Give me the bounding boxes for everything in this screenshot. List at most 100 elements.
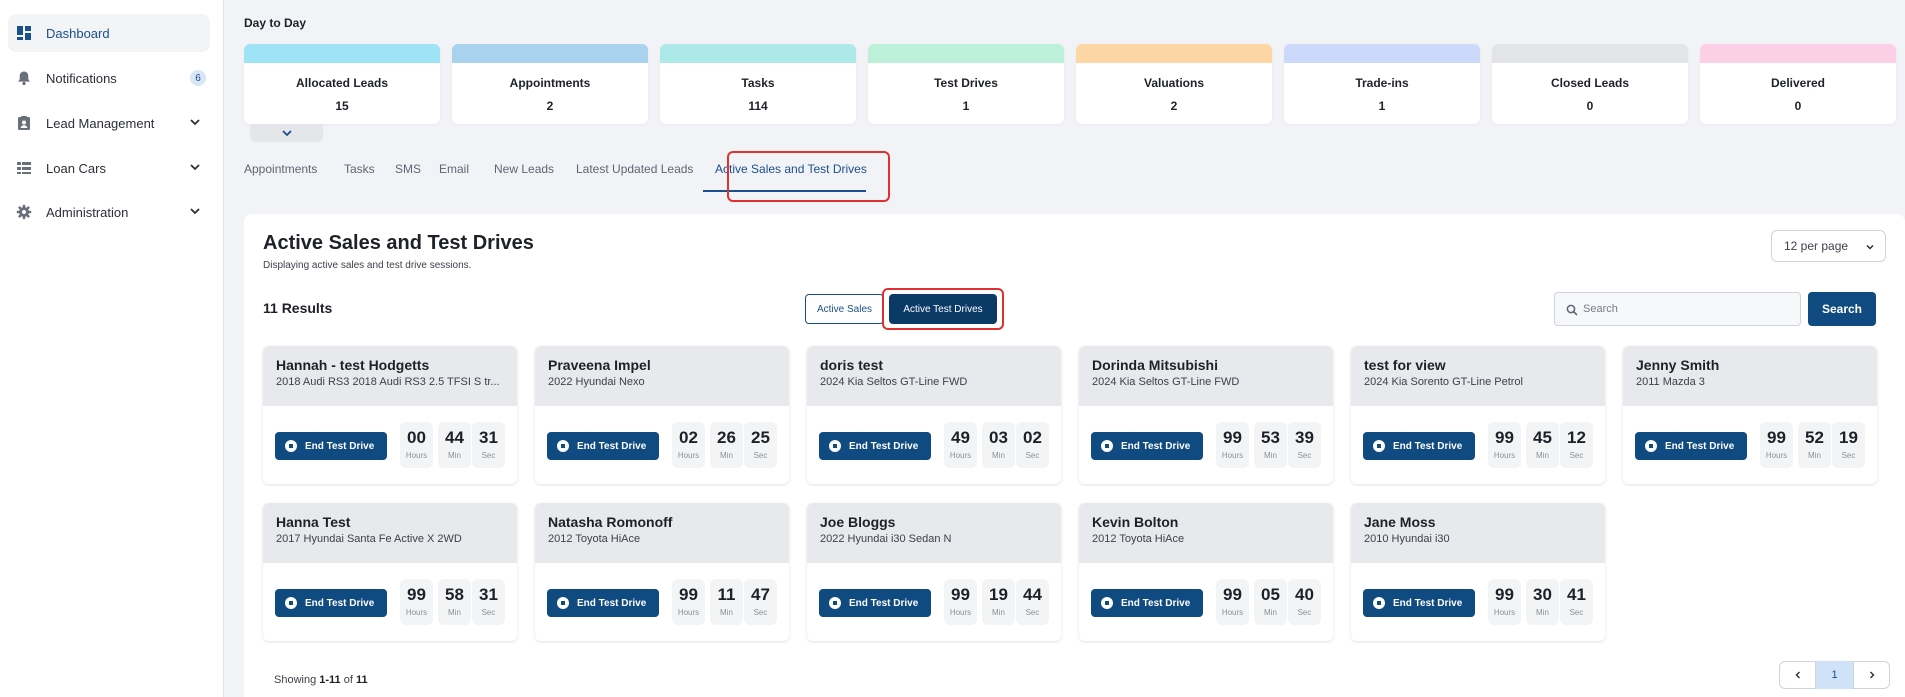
tab-active-sales-and-test-drives[interactable]: Active Sales and Test Drives — [715, 152, 867, 192]
customer-name: Praveena Impel — [548, 357, 651, 373]
tab-new-leads[interactable]: New Leads — [494, 152, 554, 192]
stat-value: 0 — [1586, 99, 1594, 113]
chevron-down-icon[interactable] — [188, 115, 202, 129]
end-test-drive-button[interactable]: End Test Drive — [1363, 589, 1475, 617]
sidebar-item-label: Administration — [46, 204, 129, 220]
timer-value: 41 — [1567, 585, 1586, 604]
timer-value: 99 — [1495, 428, 1514, 447]
stat-value: 0 — [1794, 99, 1802, 113]
active-sales-toggle[interactable]: Active Sales — [805, 294, 884, 324]
end-test-drive-label: End Test Drive — [1121, 597, 1191, 609]
end-test-drive-button[interactable]: End Test Drive — [819, 432, 931, 460]
test-drive-card: Jenny Smith 2011 Mazda 3 End Test Drive 99 H… — [1623, 346, 1877, 484]
stat-label: Trade-ins — [1355, 76, 1409, 90]
timer-hours: 02 Hours — [672, 422, 705, 468]
active-tab-indicator — [703, 190, 866, 192]
timer-seconds: 40 Sec — [1288, 579, 1321, 625]
stat-card-allocated-leads[interactable]: Allocated Leads 15 — [244, 44, 440, 124]
chevron-down-icon[interactable] — [188, 160, 202, 174]
customer-name: Kevin Bolton — [1092, 514, 1179, 530]
sidebar-item-administration[interactable]: Administration — [8, 193, 210, 231]
chevron-down-icon[interactable] — [188, 204, 202, 218]
clipboard-icon — [16, 115, 32, 131]
card-header: Kevin Bolton 2012 Toyota HiAce — [1079, 503, 1333, 563]
end-test-drive-button[interactable]: End Test Drive — [1363, 432, 1475, 460]
end-test-drive-button[interactable]: End Test Drive — [275, 589, 387, 617]
tab-appointments[interactable]: Appointments — [244, 152, 317, 192]
expand-stats-button[interactable] — [250, 124, 323, 142]
stat-card-delivered[interactable]: Delivered 0 — [1700, 44, 1896, 124]
timer-value: 53 — [1261, 428, 1280, 447]
timer-unit: Hours — [1221, 608, 1244, 617]
sidebar-item-dashboard[interactable]: Dashboard — [8, 14, 210, 52]
stop-icon — [1373, 440, 1385, 452]
previous-page-button[interactable] — [1779, 661, 1816, 689]
customer-name: Hannah - test Hodgetts — [276, 357, 430, 373]
end-test-drive-button[interactable]: End Test Drive — [547, 589, 659, 617]
per-page-select[interactable]: 12 per page — [1771, 230, 1886, 262]
sidebar-item-lead-management[interactable]: Lead Management — [8, 104, 210, 142]
next-page-button[interactable] — [1853, 661, 1890, 689]
stat-label: Valuations — [1143, 76, 1205, 90]
section-title: Day to Day — [244, 16, 307, 30]
end-test-drive-button[interactable]: End Test Drive — [547, 432, 659, 460]
stat-value: 114 — [748, 99, 768, 113]
timer-hours: 99 Hours — [944, 579, 977, 625]
stat-value: 15 — [335, 99, 349, 113]
timer-minutes: 45 Min — [1526, 422, 1559, 468]
end-test-drive-button[interactable]: End Test Drive — [1091, 589, 1203, 617]
stat-card-appointments[interactable]: Appointments 2 — [452, 44, 648, 124]
timer-hours: 99 Hours — [400, 579, 433, 625]
sidebar-item-notifications[interactable]: Notifications 6 — [8, 59, 210, 97]
stat-card-test-drives[interactable]: Test Drives 1 — [868, 44, 1064, 124]
card-header: Natasha Romonoff 2012 Toyota HiAce — [535, 503, 789, 563]
end-test-drive-button[interactable]: End Test Drive — [1091, 432, 1203, 460]
end-test-drive-button[interactable]: End Test Drive — [1635, 432, 1747, 460]
timer-value: 58 — [445, 585, 464, 604]
timer-unit: Sec — [1841, 451, 1856, 460]
tab-sms[interactable]: SMS — [395, 152, 421, 192]
customer-name: Natasha Romonoff — [548, 514, 673, 530]
timer-value: 02 — [1023, 428, 1042, 447]
timer-value: 99 — [1495, 585, 1514, 604]
tab-latest-updated-leads[interactable]: Latest Updated Leads — [576, 152, 693, 192]
card-header: Joe Bloggs 2022 Hyundai i30 Sedan N — [807, 503, 1061, 563]
search-input[interactable]: Search — [1554, 292, 1801, 326]
stat-card-valuations[interactable]: Valuations 2 — [1076, 44, 1272, 124]
card-header: test for view 2024 Kia Sorento GT-Line Pe… — [1351, 346, 1605, 406]
timer-unit: Hours — [949, 451, 972, 460]
sidebar-item-loan-cars[interactable]: Loan Cars — [8, 149, 210, 187]
active-test-drives-toggle[interactable]: Active Test Drives — [889, 294, 997, 324]
chevron-right-icon — [1869, 671, 1874, 679]
stop-icon — [285, 440, 297, 452]
end-test-drive-label: End Test Drive — [305, 597, 375, 609]
end-test-drive-button[interactable]: End Test Drive — [819, 589, 931, 617]
timer-value: 31 — [479, 428, 498, 447]
test-drive-card: Joe Bloggs 2022 Hyundai i30 Sedan N End Te… — [807, 503, 1061, 641]
stop-icon — [1373, 597, 1385, 609]
test-drive-card: Praveena Impel 2022 Hyundai Nexo End Test … — [535, 346, 789, 484]
timer-value: 99 — [1767, 428, 1786, 447]
car-list-icon — [16, 160, 32, 176]
page-subtitle: Displaying active sales and test drive s… — [263, 260, 472, 271]
card-header: Jenny Smith 2011 Mazda 3 — [1623, 346, 1877, 406]
timer-unit: Sec — [753, 451, 768, 460]
timer-value: 47 — [751, 585, 770, 604]
timer-value: 99 — [1223, 428, 1242, 447]
stat-card-trade-ins[interactable]: Trade-ins 1 — [1284, 44, 1480, 124]
sidebar-item-label: Loan Cars — [46, 160, 106, 176]
search-button[interactable]: Search — [1808, 292, 1876, 326]
tab-email[interactable]: Email — [439, 152, 469, 192]
stat-label: Test Drives — [934, 76, 998, 90]
tab-tasks[interactable]: Tasks — [344, 152, 375, 192]
stat-card-closed-leads[interactable]: Closed Leads 0 — [1492, 44, 1688, 124]
timer-unit: Hours — [405, 451, 428, 460]
timer-value: 44 — [445, 428, 464, 447]
timer-unit: Sec — [1297, 451, 1312, 460]
stat-card-tasks[interactable]: Tasks 114 — [660, 44, 856, 124]
end-test-drive-button[interactable]: End Test Drive — [275, 432, 387, 460]
timer-value: 44 — [1023, 585, 1042, 604]
end-test-drive-label: End Test Drive — [1393, 597, 1463, 609]
page-button-current[interactable]: 1 — [1816, 661, 1853, 689]
timer-unit: Sec — [753, 608, 768, 617]
